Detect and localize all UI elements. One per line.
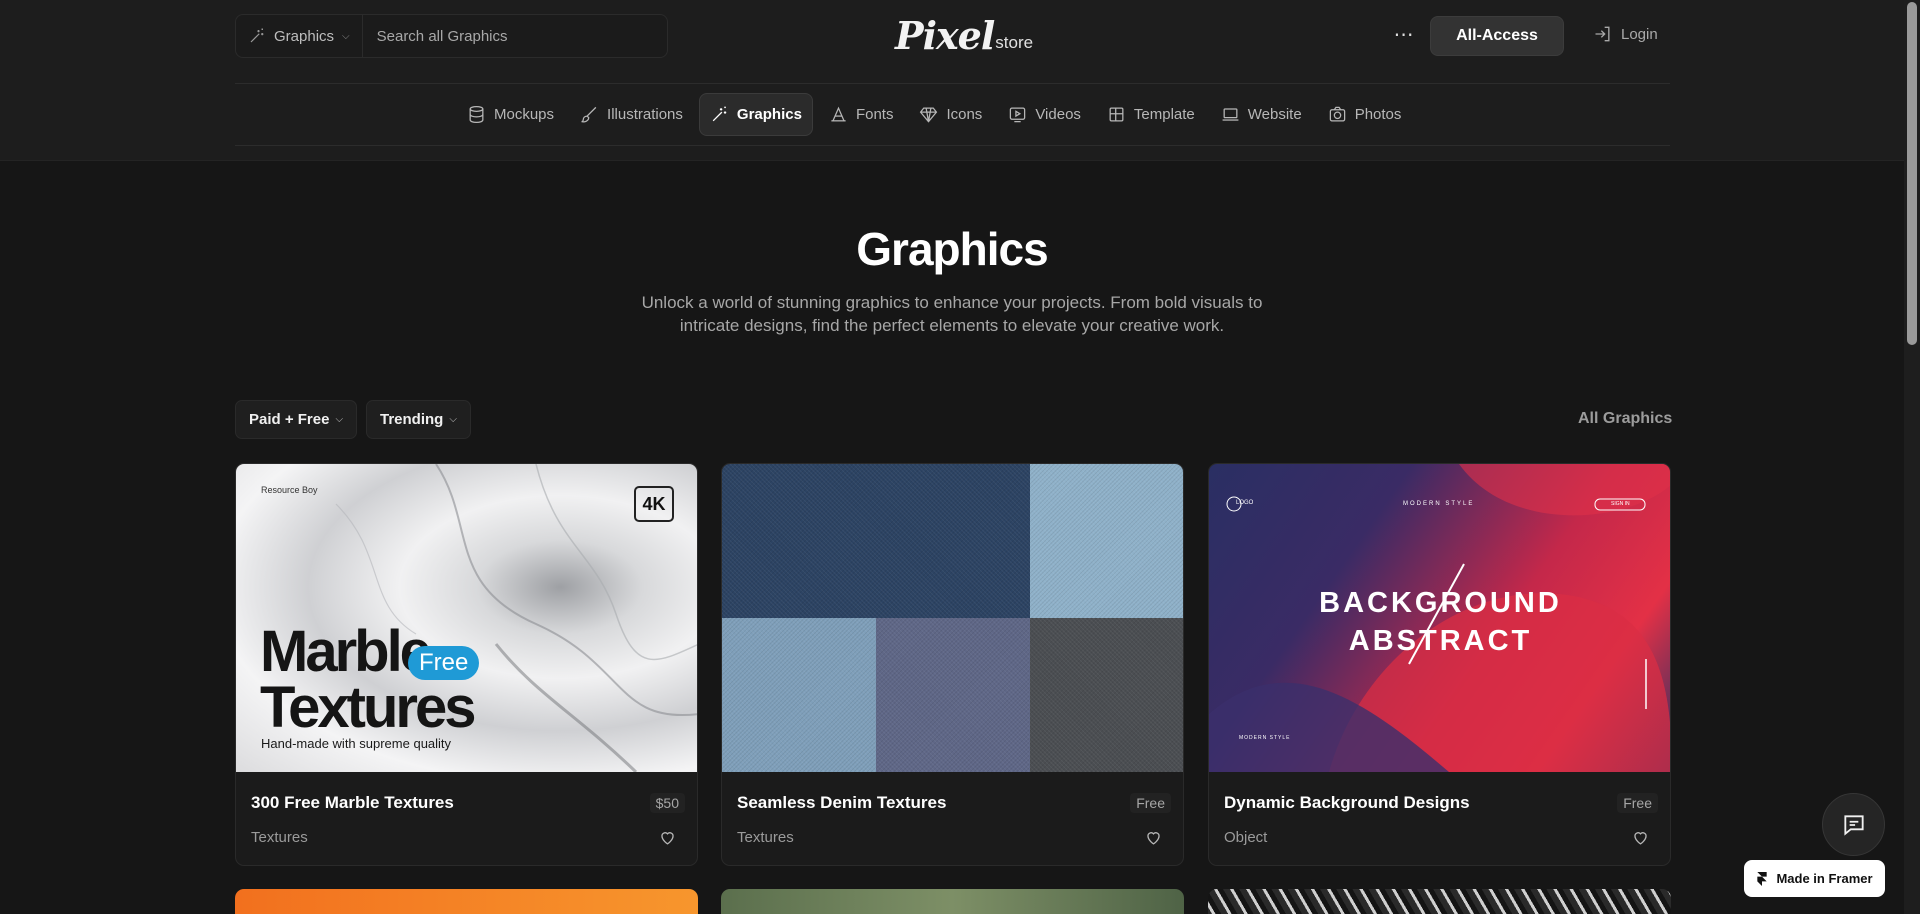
chevron-down-icon: ⌵: [335, 414, 344, 425]
nav-item-template[interactable]: Template: [1097, 93, 1205, 136]
product-card-marble[interactable]: Resource Boy 4K Marble Textures Free Han…: [235, 463, 698, 866]
sort-dropdown[interactable]: Trending ⌵: [366, 400, 471, 439]
nav-item-graphics[interactable]: Graphics: [698, 93, 813, 136]
chat-button[interactable]: [1822, 793, 1885, 856]
more-menu-button[interactable]: ⋯: [1392, 20, 1416, 50]
nav-item-label: Website: [1247, 106, 1302, 123]
scrollbar-thumb[interactable]: [1907, 2, 1917, 345]
font-icon: [831, 106, 846, 122]
product-card-peek[interactable]: [721, 889, 1184, 914]
thumbnail-headline-2: Textures: [260, 675, 476, 740]
heart-icon[interactable]: [658, 828, 677, 847]
all-access-button[interactable]: All-Access: [1430, 16, 1564, 56]
nav-item-label: Fonts: [855, 106, 894, 123]
pricing-filter-dropdown[interactable]: Paid + Free ⌵: [235, 400, 358, 439]
nav-item-fonts[interactable]: Fonts: [819, 93, 904, 136]
thumbnail-headline: Marble Textures: [260, 623, 476, 740]
card-category: Textures: [737, 829, 794, 846]
card-category: Textures: [251, 829, 308, 846]
category-nav: Mockups Illustrations Graphics Fonts Ico…: [457, 93, 1411, 136]
login-icon: [1595, 26, 1610, 42]
grid-icon: [1109, 107, 1124, 122]
logo[interactable]: Pixel store: [895, 12, 1033, 56]
product-card-peek[interactable]: [235, 889, 698, 914]
nav-item-photos[interactable]: Photos: [1318, 93, 1412, 136]
price-badge: $50: [649, 793, 685, 813]
nav-item-label: Videos: [1035, 106, 1081, 123]
price-badge: Free: [1617, 793, 1658, 813]
thumbnail-style-text: MODERN STYLE: [1403, 501, 1475, 507]
denim-swatch: [722, 618, 876, 772]
brush-icon: [581, 106, 597, 123]
product-card-peek[interactable]: [1208, 889, 1671, 914]
page-title: Graphics: [856, 223, 1048, 275]
free-pill: Free: [408, 646, 480, 680]
divider: [235, 145, 1670, 146]
thumbnail-button-text: SIGN IN: [1611, 501, 1630, 507]
thumbnail-headline-2: ABSTRACT: [1348, 625, 1533, 657]
thumbnail-headline-1: BACKGROUND: [1319, 587, 1562, 619]
made-in-framer-label: Made in Framer: [1776, 871, 1873, 886]
nav-item-label: Template: [1133, 106, 1195, 123]
diamond-icon: [920, 107, 938, 123]
sort-label: Trending: [380, 411, 444, 428]
chevron-down-icon: ⌵: [449, 414, 457, 425]
product-thumbnail: Resource Boy 4K Marble Textures Free Han…: [236, 464, 697, 772]
thumbnail-footer-text: MODERN STYLE: [1239, 735, 1291, 741]
heart-icon[interactable]: [1631, 828, 1650, 847]
chat-icon: [1843, 814, 1864, 836]
denim-swatch: [722, 464, 1030, 618]
nav-item-illustrations[interactable]: Illustrations: [570, 93, 693, 136]
card-title: Seamless Denim Textures: [737, 793, 947, 812]
search-bar: Graphics ⌵: [235, 14, 668, 58]
card-title: 300 Free Marble Textures: [251, 793, 454, 812]
card-category: Object: [1224, 829, 1268, 846]
magic-wand-icon: [250, 28, 264, 43]
page-subtitle: Unlock a world of stunning graphics to e…: [641, 293, 1263, 335]
thumbnail-tagline: Hand-made with supreme quality: [261, 736, 452, 751]
magic-wand-icon: [712, 106, 727, 122]
price-badge: Free: [1130, 793, 1171, 813]
nav-item-label: Photos: [1354, 106, 1402, 123]
camera-icon: [1329, 106, 1345, 122]
video-icon: [1010, 107, 1026, 123]
divider: [235, 83, 1670, 84]
search-input[interactable]: [362, 27, 653, 45]
nav-item-icons[interactable]: Icons: [909, 93, 992, 136]
logo-sub: store: [995, 33, 1034, 52]
thumbnail-headline: BACKGROUND ABSTRACT: [1209, 584, 1670, 660]
nav-item-website[interactable]: Website: [1211, 93, 1312, 136]
chevron-down-icon: ⌵: [342, 30, 350, 42]
nav-item-label: Mockups: [494, 106, 555, 123]
login-link[interactable]: Login: [1593, 24, 1658, 44]
nav-item-videos[interactable]: Videos: [998, 93, 1091, 136]
category-select-label: Graphics: [274, 27, 335, 45]
laptop-icon: [1222, 108, 1239, 121]
product-thumbnail: BACKGROUND ABSTRACT LOGO MODERN STYLE SI…: [1209, 464, 1670, 772]
product-card-abstract[interactable]: BACKGROUND ABSTRACT LOGO MODERN STYLE SI…: [1208, 463, 1671, 866]
brand-corner-text: Resource Boy: [261, 485, 318, 495]
resolution-badge: 4K: [634, 486, 674, 522]
denim-swatch: [1030, 618, 1183, 772]
pricing-filter-label: Paid + Free: [249, 411, 330, 428]
nav-item-label: Illustrations: [607, 106, 683, 123]
denim-swatch: [1030, 464, 1183, 618]
nav-item-label: Graphics: [736, 106, 802, 123]
login-label: Login: [1621, 25, 1658, 43]
product-thumbnail: [722, 464, 1183, 772]
all-graphics-link[interactable]: All Graphics: [1578, 410, 1672, 428]
nav-item-mockups[interactable]: Mockups: [457, 93, 564, 136]
heart-icon[interactable]: [1144, 828, 1163, 847]
product-card-denim[interactable]: Seamless Denim Textures Free Textures: [721, 463, 1184, 866]
nav-item-label: Icons: [946, 106, 983, 123]
card-title: Dynamic Background Designs: [1224, 793, 1470, 812]
logo-main: Pixel: [895, 13, 995, 58]
made-in-framer-badge[interactable]: Made in Framer: [1744, 860, 1885, 897]
database-icon: [469, 105, 484, 124]
category-select[interactable]: Graphics ⌵: [236, 15, 363, 57]
denim-swatch: [876, 618, 1030, 772]
thumbnail-logo-text: LOGO: [1236, 500, 1254, 506]
framer-icon: [1757, 871, 1768, 886]
